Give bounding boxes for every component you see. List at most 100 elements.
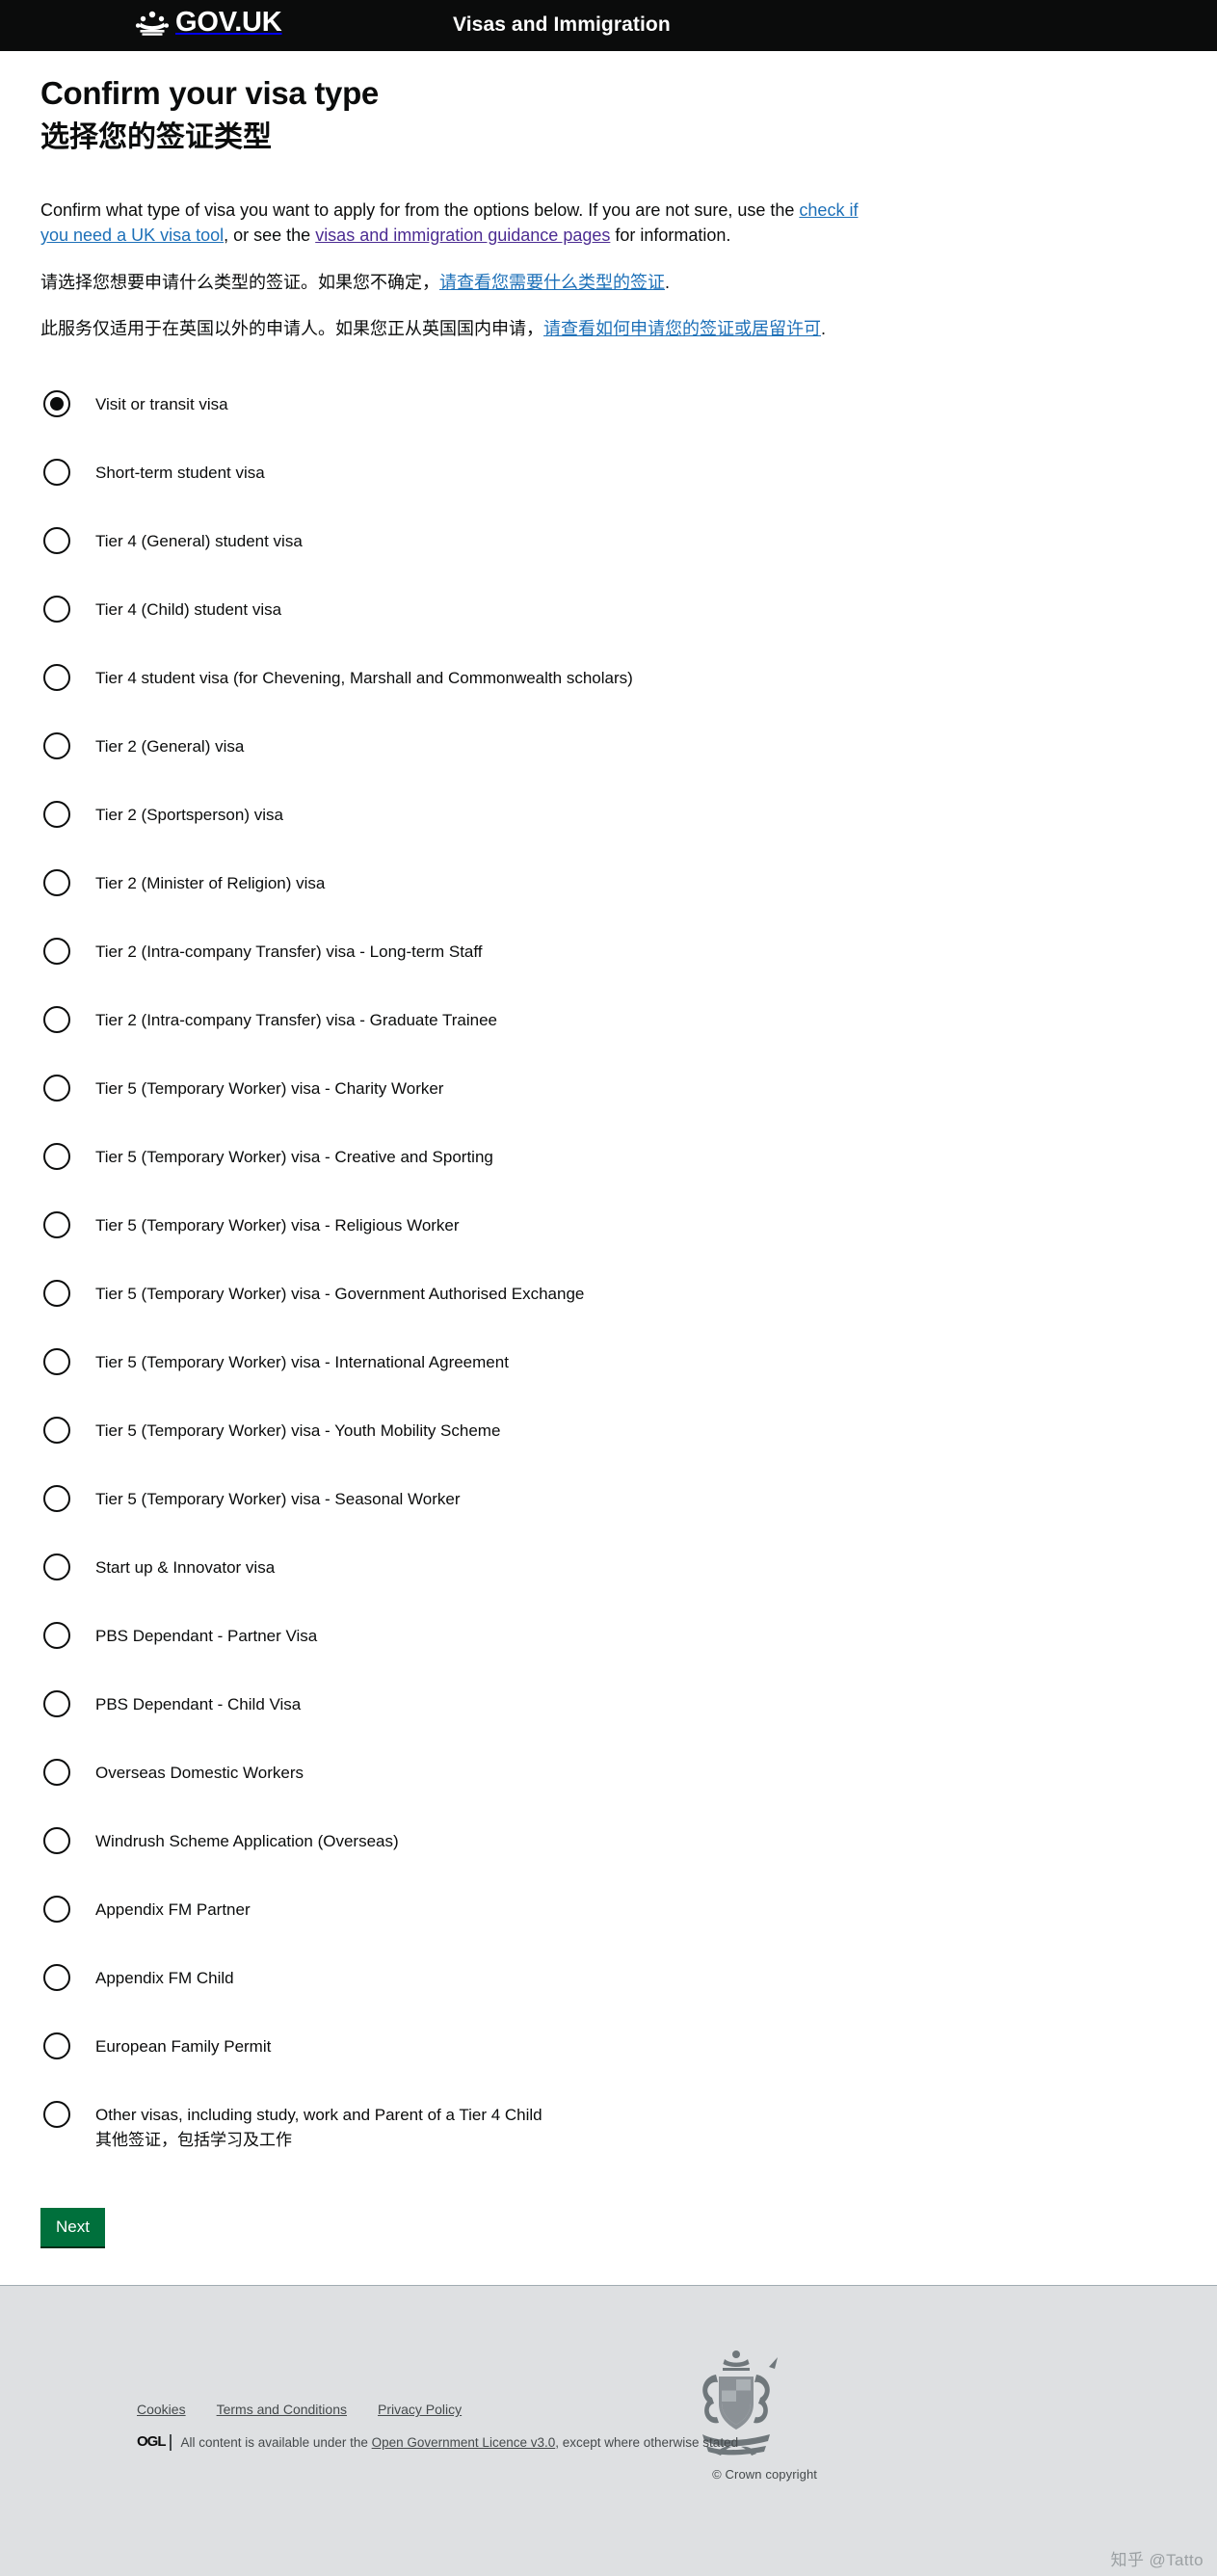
radio-circle-icon[interactable] — [43, 2032, 70, 2060]
radio-option-label-en: Short-term student visa — [95, 464, 265, 483]
radio-option-label: Visit or transit visa — [95, 390, 1177, 417]
radio-option-label: Tier 2 (General) visa — [95, 732, 1177, 759]
radio-option-25[interactable]: Other visas, including study, work and P… — [40, 2101, 1177, 2152]
next-button[interactable]: Next — [40, 2208, 105, 2249]
radio-option-24[interactable]: European Family Permit — [40, 2032, 1177, 2069]
radio-option-label-en: Tier 5 (Temporary Worker) visa - Charity… — [95, 1079, 444, 1099]
radio-option-21[interactable]: Windrush Scheme Application (Overseas) — [40, 1827, 1177, 1864]
radio-circle-icon[interactable] — [43, 869, 70, 897]
visa-type-radio-group[interactable]: Visit or transit visa Short-term student … — [40, 342, 1177, 2152]
page-title-cn: 选择您的签证类型 — [40, 120, 272, 153]
radio-option-label: Tier 4 (General) student visa — [95, 527, 1177, 554]
intro-paragraph-en: Confirm what type of visa you want to ap… — [40, 154, 861, 249]
radio-circle-icon[interactable] — [43, 1143, 70, 1171]
radio-option-label-en: Windrush Scheme Application (Overseas) — [95, 1832, 399, 1851]
radio-option-7[interactable]: Tier 2 (Minister of Religion) visa — [40, 869, 1177, 906]
radio-option-label: Appendix FM Partner — [95, 1896, 1177, 1923]
radio-circle-icon[interactable] — [43, 2101, 70, 2129]
radio-option-label-en: Tier 5 (Temporary Worker) visa - Creativ… — [95, 1148, 493, 1167]
radio-circle-icon[interactable] — [43, 938, 70, 966]
page-title: Confirm your visa type 选择您的签证类型 — [40, 51, 1177, 154]
radio-option-label-en: Tier 5 (Temporary Worker) visa - Seasona… — [95, 1490, 461, 1509]
page-title-en: Confirm your visa type — [40, 75, 379, 111]
footer-link-0[interactable]: Cookies — [137, 2402, 186, 2417]
radio-circle-icon[interactable] — [43, 1827, 70, 1855]
radio-circle-icon[interactable] — [43, 1622, 70, 1650]
radio-circle-icon[interactable] — [43, 1964, 70, 1992]
govuk-logo-text: GOV.UK — [175, 7, 282, 38]
radio-option-label: Tier 4 student visa (for Chevening, Mars… — [95, 664, 1177, 691]
radio-option-label: Tier 4 (Child) student visa — [95, 596, 1177, 623]
radio-option-20[interactable]: Overseas Domestic Workers — [40, 1759, 1177, 1795]
radio-circle-icon[interactable] — [43, 459, 70, 487]
apply-inside-uk-link-cn[interactable]: 请查看如何申请您的签证或居留许可 — [543, 319, 821, 338]
footer-link-1[interactable]: Terms and Conditions — [217, 2402, 347, 2417]
radio-option-0[interactable]: Visit or transit visa — [40, 390, 1177, 427]
radio-option-3[interactable]: Tier 4 (Child) student visa — [40, 596, 1177, 632]
radio-circle-icon[interactable] — [43, 1485, 70, 1513]
radio-option-label-en: Tier 2 (Intra-company Transfer) visa - L… — [95, 943, 483, 962]
service-name: Visas and Immigration — [453, 13, 671, 36]
radio-option-9[interactable]: Tier 2 (Intra-company Transfer) visa - G… — [40, 1006, 1177, 1043]
main-content: Confirm your visa type 选择您的签证类型 Confirm … — [0, 51, 1217, 2286]
radio-option-15[interactable]: Tier 5 (Temporary Worker) visa - Youth M… — [40, 1417, 1177, 1453]
radio-circle-icon[interactable] — [43, 390, 70, 418]
footer-links[interactable]: Cookies Terms and Conditions Privacy Polic… — [137, 2402, 462, 2417]
radio-circle-icon[interactable] — [43, 1554, 70, 1581]
radio-option-label: Tier 2 (Minister of Religion) visa — [95, 869, 1177, 896]
radio-option-label: European Family Permit — [95, 2032, 1177, 2059]
radio-circle-icon[interactable] — [43, 527, 70, 555]
radio-circle-icon[interactable] — [43, 732, 70, 760]
radio-option-13[interactable]: Tier 5 (Temporary Worker) visa - Governm… — [40, 1280, 1177, 1316]
radio-option-10[interactable]: Tier 5 (Temporary Worker) visa - Charity… — [40, 1075, 1177, 1111]
radio-option-label: Tier 5 (Temporary Worker) visa - Religio… — [95, 1211, 1177, 1238]
radio-option-1[interactable]: Short-term student visa — [40, 459, 1177, 495]
radio-circle-icon[interactable] — [43, 664, 70, 692]
radio-option-5[interactable]: Tier 2 (General) visa — [40, 732, 1177, 769]
radio-option-11[interactable]: Tier 5 (Temporary Worker) visa - Creativ… — [40, 1143, 1177, 1180]
radio-circle-icon[interactable] — [43, 801, 70, 829]
radio-option-12[interactable]: Tier 5 (Temporary Worker) visa - Religio… — [40, 1211, 1177, 1248]
radio-circle-icon[interactable] — [43, 1759, 70, 1787]
radio-option-label: Appendix FM Child — [95, 1964, 1177, 1991]
radio-circle-icon[interactable] — [43, 1417, 70, 1445]
open-government-licence: OGL All content is available under the O… — [137, 2434, 738, 2451]
radio-option-label: PBS Dependant - Partner Visa — [95, 1622, 1177, 1649]
radio-option-18[interactable]: PBS Dependant - Partner Visa — [40, 1622, 1177, 1659]
radio-circle-icon[interactable] — [43, 1211, 70, 1239]
radio-option-17[interactable]: Start up & Innovator visa — [40, 1554, 1177, 1590]
radio-circle-icon[interactable] — [43, 1896, 70, 1924]
radio-circle-icon[interactable] — [43, 1280, 70, 1308]
radio-option-14[interactable]: Tier 5 (Temporary Worker) visa - Interna… — [40, 1348, 1177, 1385]
radio-option-23[interactable]: Appendix FM Child — [40, 1964, 1177, 2001]
radio-option-label-en: Tier 5 (Temporary Worker) visa - Religio… — [95, 1216, 460, 1235]
govuk-logo-link[interactable]: GOV.UK — [135, 9, 282, 37]
radio-option-label-en: PBS Dependant - Child Visa — [95, 1695, 302, 1714]
crown-copyright: © Crown copyright — [712, 2467, 817, 2483]
radio-circle-icon[interactable] — [43, 596, 70, 624]
which-visa-type-link-cn[interactable]: 请查看您需要什么类型的签证 — [439, 273, 665, 292]
radio-option-label-en: Tier 5 (Temporary Worker) visa - Interna… — [95, 1353, 509, 1372]
radio-circle-icon[interactable] — [43, 1075, 70, 1102]
radio-option-label: Tier 2 (Intra-company Transfer) visa - G… — [95, 1006, 1177, 1033]
radio-option-22[interactable]: Appendix FM Partner — [40, 1896, 1177, 1932]
page-root: GOV.UK Visas and Immigration Confirm you… — [0, 0, 1217, 2576]
radio-option-label-en: Tier 2 (General) visa — [95, 737, 245, 757]
intro-paragraph-cn-1: 请选择您想要申请什么类型的签证。如果您不确定，请查看您需要什么类型的签证. — [40, 249, 861, 296]
radio-option-4[interactable]: Tier 4 student visa (for Chevening, Mars… — [40, 664, 1177, 701]
watermark: 知乎 @Tatto — [1110, 2551, 1204, 2570]
radio-option-6[interactable]: Tier 2 (Sportsperson) visa — [40, 801, 1177, 837]
radio-option-label-cn: 其他签证，包括学习及工作 — [95, 2130, 292, 2149]
radio-option-16[interactable]: Tier 5 (Temporary Worker) visa - Seasona… — [40, 1485, 1177, 1522]
radio-circle-icon[interactable] — [43, 1690, 70, 1718]
radio-option-2[interactable]: Tier 4 (General) student visa — [40, 527, 1177, 564]
radio-option-8[interactable]: Tier 2 (Intra-company Transfer) visa - L… — [40, 938, 1177, 974]
radio-option-19[interactable]: PBS Dependant - Child Visa — [40, 1690, 1177, 1727]
radio-circle-icon[interactable] — [43, 1006, 70, 1034]
ogl-licence-link[interactable]: Open Government Licence v3.0 — [372, 2435, 556, 2450]
radio-option-label-en: Tier 5 (Temporary Worker) visa - Governm… — [95, 1285, 585, 1304]
footer-link-2[interactable]: Privacy Policy — [378, 2402, 462, 2417]
radio-option-label: Tier 5 (Temporary Worker) visa - Interna… — [95, 1348, 1177, 1375]
visas-guidance-pages-link[interactable]: visas and immigration guidance pages — [315, 226, 610, 245]
radio-circle-icon[interactable] — [43, 1348, 70, 1376]
